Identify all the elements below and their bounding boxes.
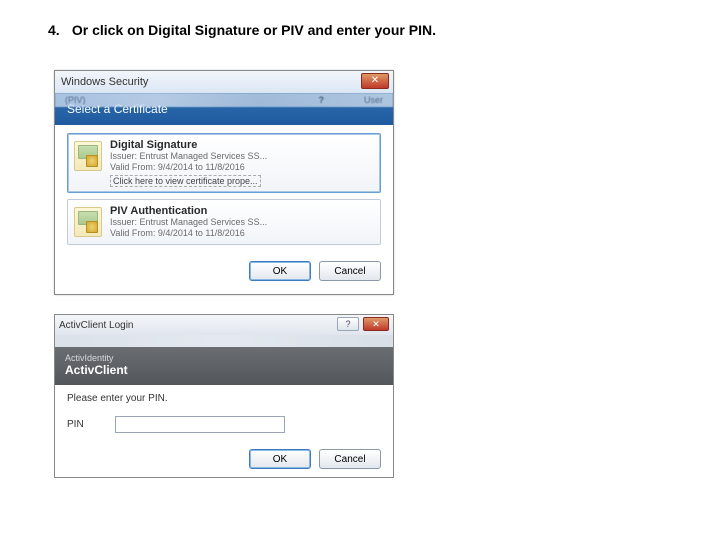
instruction-line: 4. Or click on Digital Signature or PIV … <box>48 22 436 38</box>
dialog-buttons: OK Cancel <box>55 441 393 477</box>
certificate-piv-authentication[interactable]: PIV Authentication Issuer: Entrust Manag… <box>67 199 381 246</box>
dialog-body: Please enter your PIN. PIN <box>55 385 393 441</box>
smartcard-icon <box>74 207 102 237</box>
titlebar[interactable]: ActivClient Login ? ✕ <box>55 315 393 335</box>
certificate-name: PIV Authentication <box>110 205 267 217</box>
certificate-name: Digital Signature <box>110 139 267 151</box>
certificate-issuer: Issuer: Entrust Managed Services SS... <box>110 217 267 228</box>
cancel-button[interactable]: Cancel <box>319 449 381 469</box>
ok-button[interactable]: OK <box>249 449 311 469</box>
view-properties-link[interactable]: Click here to view certificate prope... <box>110 175 261 187</box>
activclient-login-dialog: ActivClient Login ? ✕ ActivIdentity Acti… <box>54 314 394 478</box>
certificate-details: Digital Signature Issuer: Entrust Manage… <box>110 139 267 187</box>
close-button[interactable]: ✕ <box>361 73 389 89</box>
close-icon: ✕ <box>371 76 379 86</box>
instruction-number: 4. <box>48 22 68 38</box>
pin-input[interactable] <box>115 416 285 433</box>
titlebar[interactable]: Windows Security ✕ <box>55 71 393 93</box>
certificate-details: PIV Authentication Issuer: Entrust Manag… <box>110 205 267 240</box>
instruction-text: Or click on Digital Signature or PIV and… <box>72 22 436 38</box>
smartcard-icon <box>74 141 102 171</box>
help-icon: ? <box>345 319 350 329</box>
dialog-title: ActivClient Login <box>59 320 133 331</box>
cancel-button[interactable]: Cancel <box>319 261 381 281</box>
ok-button[interactable]: OK <box>249 261 311 281</box>
certificate-validity: Valid From: 9/4/2014 to 11/8/2016 <box>110 228 267 239</box>
pin-prompt: Please enter your PIN. <box>67 393 381 404</box>
certificate-issuer: Issuer: Entrust Managed Services SS... <box>110 151 267 162</box>
dialog-title: Windows Security <box>61 76 148 88</box>
certificate-validity: Valid From: 9/4/2014 to 11/8/2016 <box>110 162 267 173</box>
close-icon: ✕ <box>372 319 380 330</box>
brand-banner: ActivIdentity ActivClient <box>55 347 393 385</box>
windows-security-dialog: Windows Security ✕ (PIV) ? User Select a… <box>54 70 394 295</box>
brand-name: ActivClient <box>65 363 383 377</box>
pin-label: PIN <box>67 419 97 430</box>
pin-row: PIN <box>67 416 381 433</box>
dialog-buttons: OK Cancel <box>55 255 393 291</box>
blurred-background-strip: (PIV) ? User <box>55 93 393 107</box>
blurred-background-strip <box>55 335 393 347</box>
certificate-list: Digital Signature Issuer: Entrust Manage… <box>55 125 393 255</box>
brand-subtitle: ActivIdentity <box>65 353 383 363</box>
certificate-digital-signature[interactable]: Digital Signature Issuer: Entrust Manage… <box>67 133 381 193</box>
help-button[interactable]: ? <box>337 317 359 331</box>
close-button[interactable]: ✕ <box>363 317 389 331</box>
